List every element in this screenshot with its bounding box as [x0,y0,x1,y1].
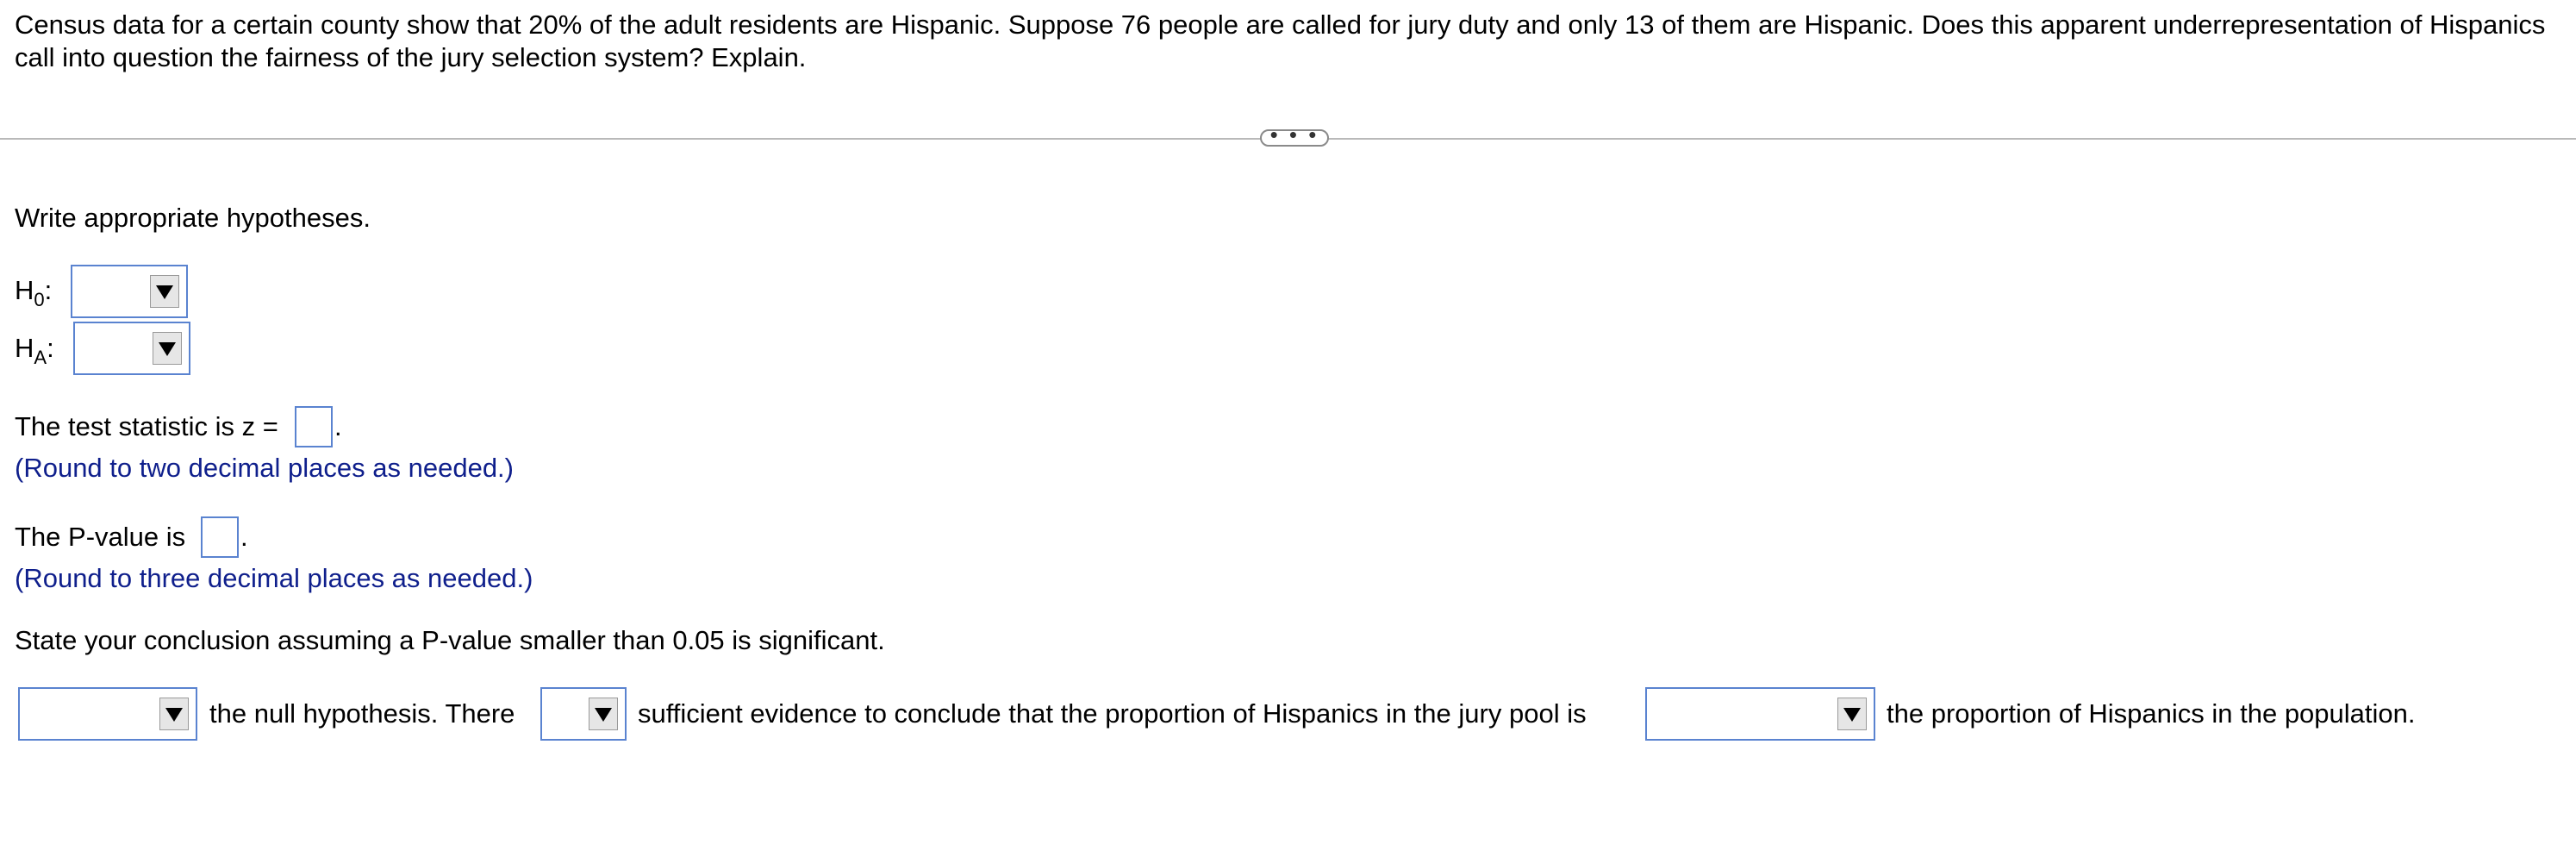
test-statistic-hint: (Round to two decimal places as needed.) [15,453,514,483]
conclusion-text-3: the proportion of Hispanics in the popul… [1887,698,2416,729]
p-value-input[interactable] [201,516,239,558]
ha-subscript: A [34,347,47,368]
comparison-dropdown[interactable] [1645,687,1875,741]
p-value-label: The P-value is [15,522,186,552]
evidence-dropdown[interactable] [540,687,627,741]
reject-dropdown[interactable] [18,687,197,741]
ha-dropdown[interactable] [73,322,190,375]
p-value-period: . [240,522,248,552]
p-value-hint: (Round to three decimal places as needed… [15,563,533,593]
conclusion-text-2: sufficient evidence to conclude that the… [638,698,1587,729]
chevron-down-icon[interactable] [159,698,189,730]
hypotheses-prompt: Write appropriate hypotheses. [15,203,371,233]
expand-more-button[interactable]: • • • [1260,123,1329,147]
question-text: Census data for a certain county show th… [15,9,2546,72]
conclusion-text-1: the null hypothesis. There [209,698,515,729]
h0-label: H0: [15,274,52,310]
chevron-down-icon[interactable] [589,698,618,730]
test-statistic-label: The test statistic is z = [15,411,278,441]
h0-letter: H [15,275,34,305]
h0-colon: : [44,275,53,305]
test-statistic-input[interactable] [295,406,333,447]
test-statistic-period: . [334,411,342,441]
chevron-down-icon[interactable] [153,332,182,365]
h0-subscript: 0 [34,289,45,310]
chevron-down-icon[interactable] [150,275,179,308]
ha-letter: H [15,333,34,363]
conclusion-prompt: State your conclusion assuming a P-value… [15,625,885,655]
chevron-down-icon[interactable] [1837,698,1867,730]
ha-label: HA: [15,332,54,368]
ha-colon: : [47,333,54,363]
h0-dropdown[interactable] [71,265,188,318]
